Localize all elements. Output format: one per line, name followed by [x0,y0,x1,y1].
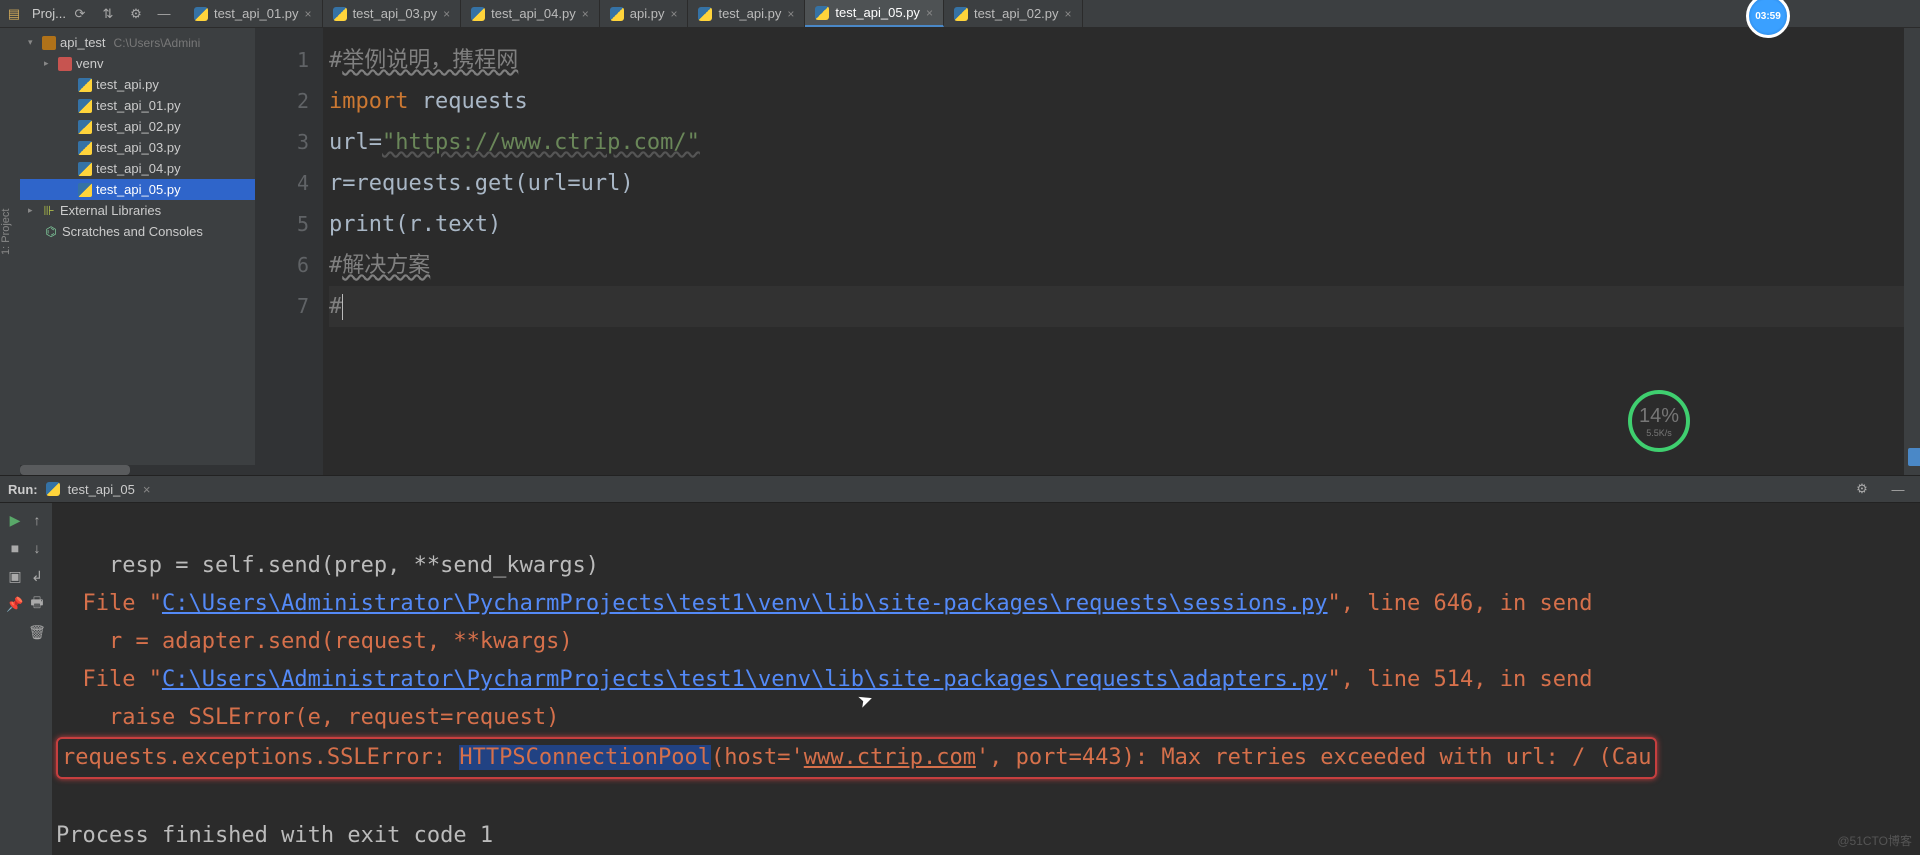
code-line[interactable]: print(r.text) [329,204,1904,245]
run-config-name[interactable]: test_api_05 [68,482,135,497]
tree-file[interactable]: test_api_04.py [20,158,255,179]
tree-external-libraries[interactable]: ▸ ⊪ External Libraries [20,200,255,221]
close-icon[interactable]: × [1065,7,1072,21]
right-gutter [1904,28,1920,475]
project-tree: ▾ api_test C:\Users\Admini ▸ venv test_a… [20,28,255,475]
run-tool-column: ▶ ↑ ■ ↓ ▣ ↲ 📌 🖶 🗑 [0,503,52,855]
tab-test_api_01[interactable]: test_api_01.py× [184,0,323,27]
error-highlight: requests.exceptions.SSLError: HTTPSConne… [56,737,1657,779]
selected-text[interactable]: HTTPSConnectionPool [459,745,711,770]
library-icon: ⊪ [42,204,56,218]
tab-test_api_03[interactable]: test_api_03.py× [323,0,462,27]
perf-overlay: 14% 5.5K/s [1628,390,1690,452]
pin-icon[interactable]: 📌 [6,595,24,613]
chevron-right-icon[interactable]: ▸ [28,205,38,216]
close-icon[interactable]: × [582,7,589,21]
code-line[interactable]: url="https://www.ctrip.com/" [329,122,1904,163]
close-icon[interactable]: × [143,482,151,497]
project-folder-icon[interactable]: ▤ [3,3,25,25]
python-icon [78,78,92,92]
python-icon [815,6,829,20]
wrap-icon[interactable]: ↲ [28,567,46,585]
tree-root-label: api_test [60,35,106,50]
python-icon [46,482,60,496]
top-toolbar: ▤ Proj... ⟳ ⇅ ⚙ — test_api_01.py× test_a… [0,0,1920,28]
close-icon[interactable]: × [787,7,794,21]
chevron-right-icon[interactable]: ▸ [44,58,54,69]
side-tab-project[interactable]: 1: Project [0,208,12,254]
watermark: @51CTO博客 [1837,832,1912,849]
code-line-current[interactable]: # [329,286,1904,327]
folder-icon [42,36,56,50]
tree-file-selected[interactable]: test_api_05.py [20,179,255,200]
tree-h-scrollbar[interactable] [20,465,255,475]
close-icon[interactable]: × [443,7,450,21]
code-line[interactable]: #举例说明，携程网 [329,40,1904,81]
caret [342,294,343,320]
tree-root[interactable]: ▾ api_test C:\Users\Admini [20,32,255,53]
trash-icon[interactable]: 🗑 [28,623,46,641]
line-gutter: 1 2 3 4 5 6 7 [255,28,323,475]
collapse-icon[interactable]: — [153,3,175,25]
python-icon [78,183,92,197]
editor-tabs: test_api_01.py× test_api_03.py× test_api… [184,0,1083,27]
tab-test_api_05[interactable]: test_api_05.py× [805,0,944,27]
rerun-icon[interactable]: ▶ [6,511,24,529]
file-link[interactable]: C:\Users\Administrator\PycharmProjects\t… [162,667,1328,692]
run-title: Run: [8,482,38,497]
close-icon[interactable]: × [305,7,312,21]
python-icon [610,7,624,21]
code-line[interactable]: #解决方案 [329,245,1904,286]
python-icon [78,141,92,155]
code-line[interactable]: r=requests.get(url=url) [329,163,1904,204]
chevron-down-icon[interactable]: ▾ [28,37,38,48]
tree-root-path: C:\Users\Admini [114,36,201,50]
exit-code: Process finished with exit code 1 [56,823,493,848]
python-icon [78,162,92,176]
tab-test_api_04[interactable]: test_api_04.py× [461,0,600,27]
python-icon [78,120,92,134]
slide-handle-icon[interactable] [1908,448,1920,466]
run-panel: Run: test_api_05 × ⚙ — ▶ ↑ ■ ↓ ▣ ↲ [0,475,1920,855]
python-icon [333,7,347,21]
print-icon[interactable]: 🖶 [28,595,46,613]
tree-venv[interactable]: ▸ venv [20,53,255,74]
python-icon [954,7,968,21]
tree-file[interactable]: test_api_03.py [20,137,255,158]
python-icon [194,7,208,21]
up-arrow-icon[interactable]: ↑ [28,511,46,529]
folder-icon [58,57,72,71]
python-icon [471,7,485,21]
filter-icon[interactable]: ⇅ [97,3,119,25]
tree-file[interactable]: test_api_01.py [20,95,255,116]
gear-icon[interactable]: ⚙ [1851,478,1873,500]
run-header: Run: test_api_05 × ⚙ — [0,475,1920,503]
file-link[interactable]: C:\Users\Administrator\PycharmProjects\t… [162,591,1328,616]
console-output[interactable]: resp = self.send(prep, **send_kwargs) Fi… [52,503,1920,855]
tab-test_api_02[interactable]: test_api_02.py× [944,0,1083,27]
tree-file[interactable]: test_api_02.py [20,116,255,137]
scratch-icon: ⌬ [44,225,58,239]
collapse-icon[interactable]: — [1887,478,1909,500]
tree-scratches[interactable]: ⌬ Scratches and Consoles [20,221,255,242]
python-icon [78,99,92,113]
blank-icon [6,623,24,641]
tab-test_api[interactable]: test_api.py× [688,0,805,27]
left-tool-strip: 1: Project 7: Structure 2: Favorites [0,28,20,475]
tab-api[interactable]: api.py× [600,0,689,27]
close-icon[interactable]: × [926,6,933,20]
down-arrow-icon[interactable]: ↓ [28,539,46,557]
close-icon[interactable]: × [670,7,677,21]
gear-icon[interactable]: ⚙ [125,3,147,25]
python-icon [698,7,712,21]
code-line[interactable]: import requests [329,81,1904,122]
sync-icon[interactable]: ⟳ [69,3,91,25]
project-selector[interactable]: Proj... [32,6,66,21]
layout-icon[interactable]: ▣ [6,567,24,585]
stop-icon[interactable]: ■ [6,539,24,557]
tree-file[interactable]: test_api.py [20,74,255,95]
